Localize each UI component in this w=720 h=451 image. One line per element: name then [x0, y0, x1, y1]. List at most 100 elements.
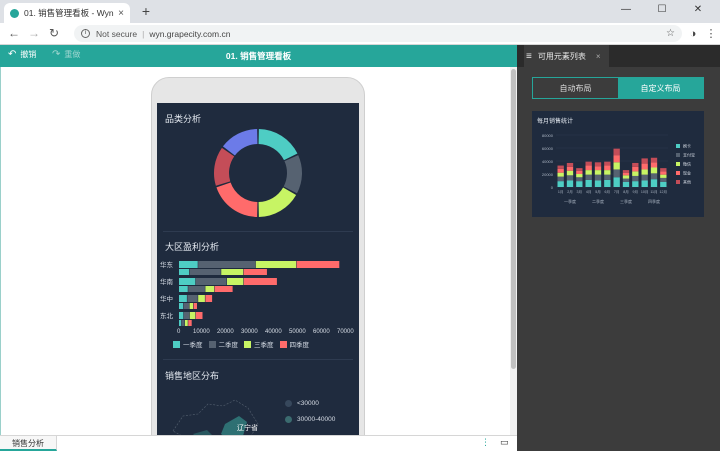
mini-group-label: 四季度	[648, 198, 660, 204]
region-bar-secondary-2-0[interactable]	[179, 303, 184, 309]
mini-x-tick: 9月	[633, 189, 639, 194]
tab-close-icon[interactable]: ×	[118, 8, 124, 19]
mini-bar-1-1	[566, 175, 574, 181]
monthly-sales-element-card[interactable]: 每月销售统计 0 20000 40000 60000 80000 1月 2月 3月 4月 5月 6月…	[532, 111, 704, 217]
elements-panel: ≡ 可用元素列表 × 自动布局 自定义布局 每月销售统计 0 20000 40000…	[517, 45, 720, 451]
region-bar-2-1[interactable]	[187, 295, 198, 302]
map-legend-item: 30000-40000	[285, 416, 335, 423]
scrollbar-thumb[interactable]	[511, 69, 516, 369]
region-bar-3-1[interactable]	[183, 312, 190, 319]
region-bar-secondary-2-3[interactable]	[193, 303, 197, 309]
panel-tab-label: 可用元素列表	[537, 51, 586, 61]
region-bar-1-1[interactable]	[195, 278, 227, 285]
mini-legend-swatch	[676, 162, 680, 166]
info-icon[interactable]: i	[81, 29, 90, 38]
mini-y-tick: 80000	[542, 133, 554, 138]
region-bar-1-2[interactable]	[227, 278, 244, 285]
auto-layout-button[interactable]: 自动布局	[533, 78, 618, 98]
canvas-scrollbar[interactable]	[510, 67, 517, 435]
donut-slice-3[interactable]	[216, 182, 258, 217]
region-bar-secondary-0-1[interactable]	[189, 269, 221, 275]
region-bar-3-0[interactable]	[179, 312, 184, 319]
region-bar-secondary-0-0[interactable]	[179, 269, 190, 275]
sales-region-title: 销售地区分布	[165, 371, 220, 381]
mini-bar-9-1	[641, 174, 648, 181]
mini-bar-3-2	[585, 170, 592, 175]
extension-icon[interactable]: ◑	[686, 27, 700, 41]
wyn-favicon-icon	[10, 8, 19, 18]
bookmark-star-icon[interactable]: ☆	[666, 28, 675, 39]
mini-bar-6-1	[613, 169, 620, 178]
forward-icon[interactable]: →	[26, 25, 42, 41]
mini-y-tick: 40000	[542, 159, 554, 164]
mini-bar-1-4	[566, 162, 574, 167]
reload-icon[interactable]: ↻	[46, 25, 62, 41]
map-legend-item: <30000	[285, 400, 319, 407]
region-tick-label: 东北	[160, 311, 174, 320]
region-bar-secondary-2-1[interactable]	[183, 303, 190, 309]
section-divider	[163, 231, 353, 232]
map-legend-label: 30000-40000	[297, 416, 336, 423]
region-bar-2-2[interactable]	[198, 295, 205, 302]
browser-tabstrip: 01. 销售管理看板 - WynBI × + — ☐ ✕	[0, 0, 720, 23]
region-bar-0-1[interactable]	[198, 261, 256, 268]
donut-slice-1[interactable]	[283, 155, 302, 194]
region-bar-1-3[interactable]	[243, 278, 277, 285]
region-bar-secondary-0-2[interactable]	[221, 269, 244, 275]
mini-legend-swatch	[676, 180, 680, 184]
mobile-dashboard[interactable]: 品类分析 大区盈利分析 华东 华南 华中 东北 0 10000 20000 30000 4000…	[157, 103, 359, 435]
donut-slice-0[interactable]	[258, 129, 298, 161]
maximize-button[interactable]: ☐	[648, 2, 676, 18]
page-tab-sales-analysis[interactable]: 销售分析	[0, 436, 57, 451]
donut-slice-4[interactable]	[214, 147, 235, 186]
mini-bar-7-4	[622, 170, 630, 173]
browser-menu-icon[interactable]: ⋮	[704, 27, 718, 41]
mini-x-tick: 7月	[614, 189, 620, 194]
region-bar-secondary-1-2[interactable]	[205, 286, 215, 292]
region-bar-3-2[interactable]	[189, 312, 196, 319]
region-bar-0-3[interactable]	[296, 261, 340, 268]
region-bar-1-0[interactable]	[179, 278, 196, 285]
mini-group-label: 三季度	[620, 198, 632, 204]
more-options-icon[interactable]: ⋮	[481, 437, 490, 448]
mini-x-tick: 4月	[586, 189, 592, 194]
region-bar-3-3[interactable]	[195, 312, 203, 319]
panel-tab-elements[interactable]: ≡ 可用元素列表 ×	[524, 45, 609, 67]
legend-swatch	[285, 400, 292, 407]
region-bar-secondary-3-0[interactable]	[179, 320, 182, 326]
device-preview-icon[interactable]: ▭	[500, 437, 509, 448]
region-bar-secondary-3-2[interactable]	[184, 320, 188, 326]
panel-close-icon[interactable]: ×	[596, 52, 601, 61]
region-bar-secondary-3-1[interactable]	[181, 320, 185, 326]
region-bar-secondary-2-2[interactable]	[189, 303, 194, 309]
region-bar-secondary-3-3[interactable]	[188, 320, 192, 326]
back-icon[interactable]: ←	[6, 25, 22, 41]
mini-bar-5-3	[604, 165, 611, 171]
custom-layout-button[interactable]: 自定义布局	[618, 78, 703, 98]
region-bar-2-0[interactable]	[179, 295, 187, 302]
region-profit-bar-chart[interactable]: 华东华南华中东北 0 10000 20000 30000 40000 50000 60000 7…	[157, 255, 359, 335]
region-bar-secondary-0-3[interactable]	[243, 269, 267, 275]
mini-x-tick: 8月	[623, 189, 629, 194]
window-close-button[interactable]: ✕	[684, 2, 712, 18]
region-bar-0-0[interactable]	[179, 261, 198, 268]
legend-label: 二季度	[218, 342, 239, 349]
region-tick-label: 华东	[160, 260, 174, 269]
new-tab-button[interactable]: +	[138, 3, 154, 19]
panel-header: ≡ 可用元素列表 ×	[517, 45, 720, 67]
legend-swatch	[208, 340, 216, 348]
mini-bar-0-2	[557, 172, 564, 177]
category-donut-chart[interactable]	[212, 127, 304, 219]
donut-slice-5[interactable]	[222, 129, 258, 156]
region-bar-2-3[interactable]	[205, 295, 213, 302]
donut-slice-2[interactable]	[258, 187, 297, 217]
hamburger-menu-icon[interactable]: ≡	[526, 51, 532, 62]
url-field[interactable]: i Not secure | wyn.grapecity.com.cn ☆	[74, 25, 682, 42]
region-bar-secondary-1-1[interactable]	[188, 286, 205, 292]
browser-tab[interactable]: 01. 销售管理看板 - WynBI ×	[4, 3, 130, 23]
region-bar-secondary-1-3[interactable]	[214, 286, 233, 292]
minimize-button[interactable]: —	[612, 2, 640, 18]
monthly-sales-mini-chart: 0200004000060000800001月 2月 3月 4月 5月 6月 7月 8月 9月 1…	[542, 133, 695, 204]
region-bar-0-2[interactable]	[255, 261, 297, 268]
region-bar-secondary-1-0[interactable]	[179, 286, 188, 292]
